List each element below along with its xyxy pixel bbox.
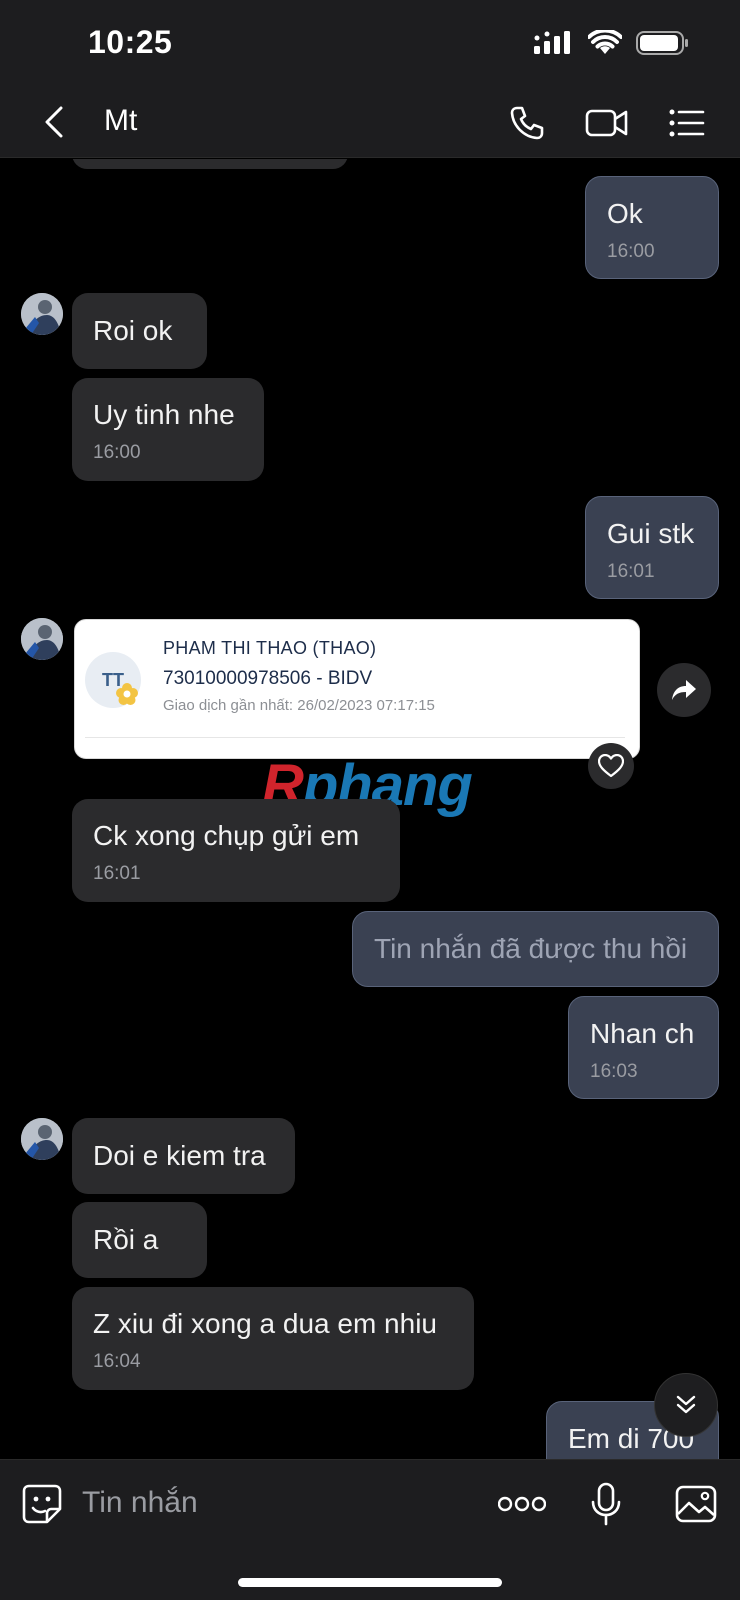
message-composer: Tin nhắn	[0, 1459, 740, 1600]
voice-message-button[interactable]	[582, 1480, 630, 1528]
message-time: 16:03	[590, 1061, 638, 1082]
scroll-to-bottom-button[interactable]	[654, 1373, 718, 1437]
home-indicator	[238, 1578, 502, 1587]
message-bubble-outgoing[interactable]: Gui stk 16:01	[585, 496, 719, 599]
message-bubble-outgoing[interactable]: Ok 16:00	[585, 176, 719, 279]
message-text: Uy tinh nhe	[93, 399, 235, 430]
photo-button[interactable]	[672, 1480, 720, 1528]
status-bar: 10:25	[0, 0, 740, 88]
react-button[interactable]	[588, 743, 634, 789]
message-text: Z xiu đi xong a dua em nhiu	[93, 1308, 437, 1339]
video-call-button[interactable]	[584, 100, 630, 146]
message-text: Roi ok	[93, 315, 173, 346]
message-bubble-incoming[interactable]: Ck xong chụp gửi em 16:01	[72, 799, 400, 902]
message-text: Rồi a	[93, 1224, 159, 1255]
back-arrow-icon	[45, 106, 63, 138]
contact-avatar[interactable]	[21, 1118, 63, 1160]
message-bubble-incoming[interactable]: Uy tinh nhe 16:00	[72, 378, 264, 481]
contact-avatar[interactable]	[21, 618, 63, 660]
message-bubble-incoming[interactable]: Z xiu đi xong a dua em nhiu 16:04	[72, 1287, 474, 1390]
bank-account-name: PHAM THI THAO (THAO)	[163, 638, 377, 658]
phone-icon	[510, 106, 544, 140]
message-text: Nhan ch	[590, 1018, 695, 1049]
message-text: Ck xong chụp gửi em	[93, 820, 360, 851]
more-dots-icon	[498, 1496, 546, 1512]
chat-header: Mt	[0, 88, 740, 158]
heart-icon	[598, 754, 624, 778]
cellular-signal-icon	[534, 30, 574, 61]
message-time: 16:04	[93, 1351, 141, 1372]
chat-options-button[interactable]	[664, 100, 710, 146]
status-time: 10:25	[88, 24, 173, 60]
message-bubble-outgoing[interactable]: Nhan ch 16:03	[568, 996, 719, 1099]
share-arrow-icon	[672, 680, 696, 700]
wifi-icon	[587, 28, 623, 61]
more-options-button[interactable]	[498, 1480, 546, 1528]
bank-account-number: 73010000978506 - BIDV	[163, 668, 373, 689]
forward-button[interactable]	[657, 663, 711, 717]
message-list[interactable]: Ok 16:00 Roi ok Uy tinh nhe 16:00 Gui st…	[0, 159, 740, 1459]
message-time: 16:01	[607, 561, 655, 582]
message-bubble-incoming[interactable]: Rồi a	[72, 1202, 207, 1278]
sticker-button[interactable]	[18, 1480, 66, 1528]
bank-last-transaction: Giao dịch gần nhất: 26/02/2023 07:17:15	[163, 697, 435, 714]
voice-call-button[interactable]	[504, 100, 550, 146]
message-time: 16:01	[93, 863, 141, 884]
message-input[interactable]: Tin nhắn	[82, 1486, 198, 1520]
image-gallery-icon	[675, 1485, 717, 1523]
message-bubble-incoming[interactable]: Doi e kiem tra	[72, 1118, 295, 1194]
microphone-icon	[591, 1482, 621, 1526]
contact-avatar[interactable]	[21, 293, 63, 335]
double-chevron-down-icon	[676, 1395, 696, 1414]
message-bubble-incoming[interactable]: Roi ok	[72, 293, 207, 369]
video-icon	[585, 109, 628, 137]
battery-icon	[636, 30, 690, 61]
message-text: Gui stk	[607, 518, 695, 549]
message-text: Tin nhắn đã được thu hồi	[374, 933, 688, 964]
contact-name[interactable]: Mt	[104, 104, 137, 138]
flower-badge-icon	[116, 683, 138, 705]
message-bubble-partial[interactable]	[72, 159, 348, 169]
message-time: 16:00	[93, 442, 141, 463]
menu-list-icon	[669, 109, 705, 137]
back-button[interactable]	[34, 102, 74, 142]
bank-account-card[interactable]: TT PHAM THI THAO (THAO) 73010000978506 -…	[74, 619, 640, 759]
card-divider	[85, 737, 625, 738]
status-icons	[534, 28, 690, 61]
message-time: 16:00	[607, 241, 655, 262]
recalled-message-bubble[interactable]: Tin nhắn đã được thu hồi	[352, 911, 719, 987]
sticker-emoji-icon	[22, 1484, 62, 1524]
message-text: Ok	[607, 198, 643, 229]
message-text: Doi e kiem tra	[93, 1140, 266, 1171]
